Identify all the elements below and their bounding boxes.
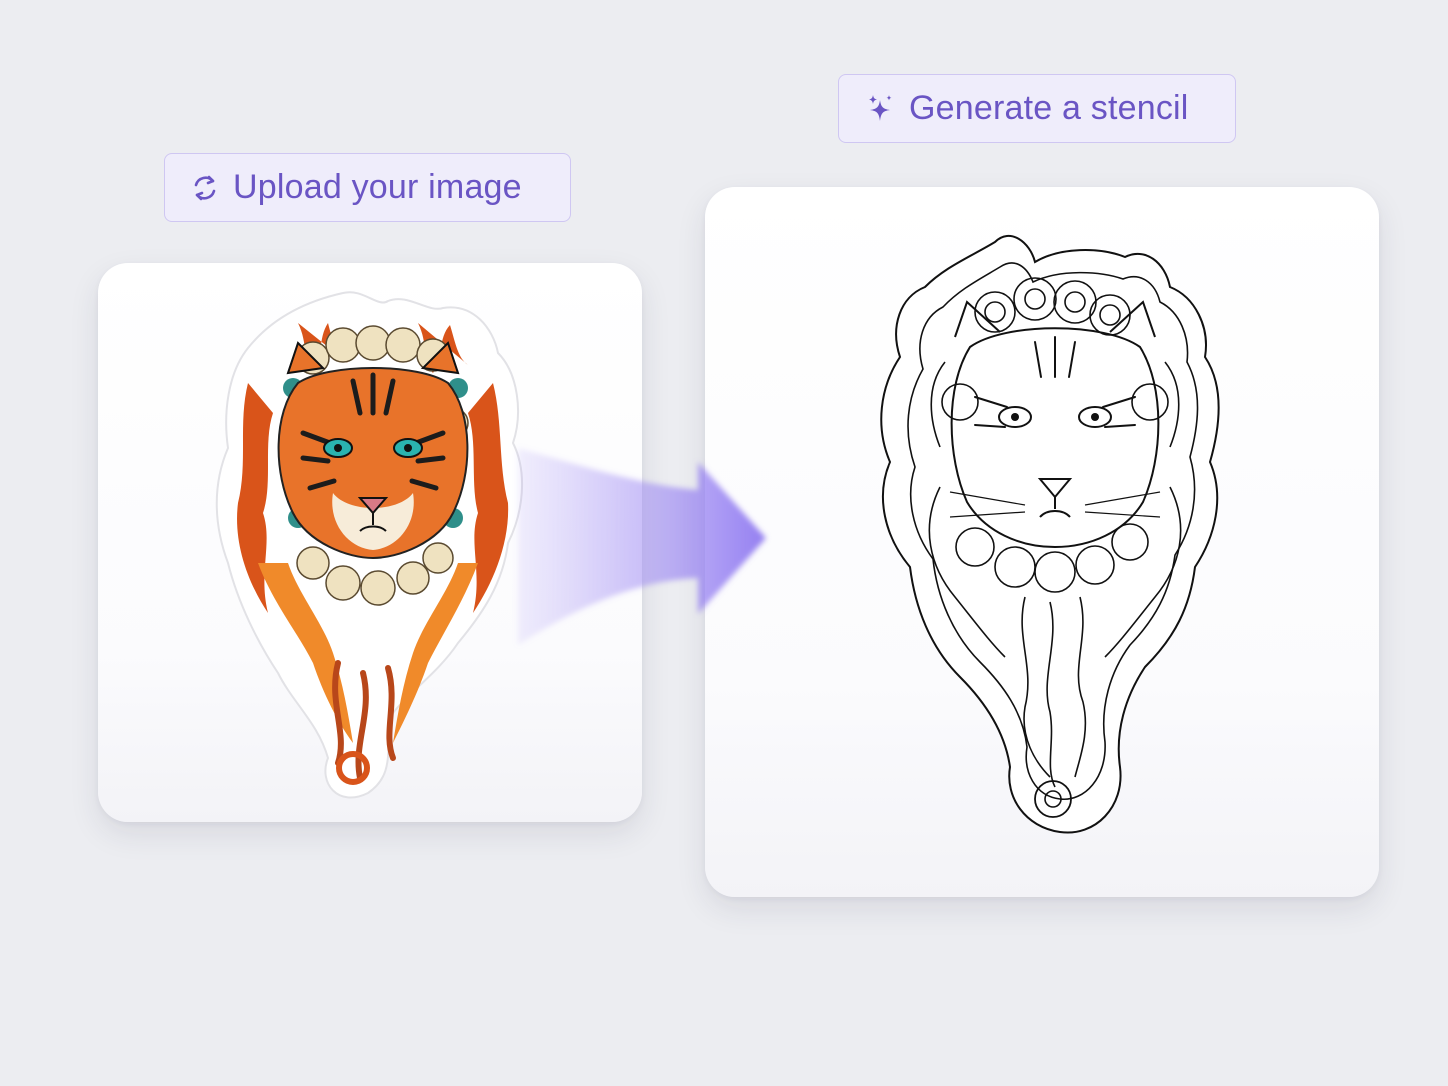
original-image-card[interactable] xyxy=(98,263,642,822)
generate-stencil-label: Generate a stencil xyxy=(909,89,1189,127)
stencil-result-card[interactable] xyxy=(705,187,1379,897)
upload-image-button[interactable]: Upload your image xyxy=(164,153,571,222)
page-background: Upload your image Generate a stencil xyxy=(0,0,1448,1086)
refresh-icon xyxy=(189,172,221,204)
upload-image-label: Upload your image xyxy=(233,168,522,206)
tiger-illustration-image xyxy=(215,291,523,799)
sparkle-icon xyxy=(865,93,897,125)
generate-stencil-button[interactable]: Generate a stencil xyxy=(838,74,1236,143)
tiger-stencil-image xyxy=(880,235,1220,834)
